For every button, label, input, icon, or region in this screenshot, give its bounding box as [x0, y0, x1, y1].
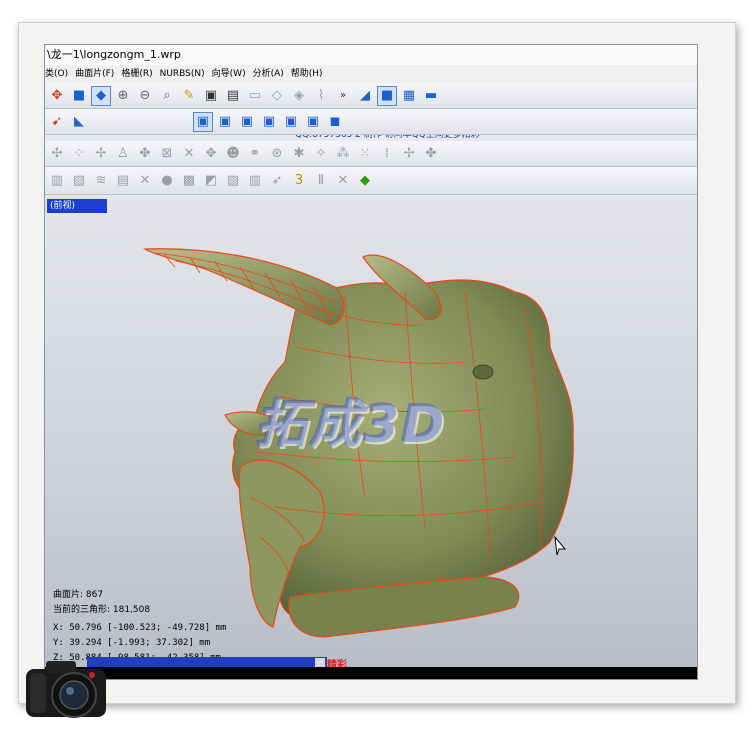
window-icon[interactable]: ▦ — [399, 86, 419, 106]
view-left-icon[interactable]: ▣ — [237, 112, 257, 132]
menu-item-class[interactable]: 类(O) — [45, 65, 75, 83]
number3-icon[interactable]: 3 — [289, 171, 309, 191]
cross-icon[interactable]: ✕ — [179, 144, 199, 164]
tool-14-icon[interactable]: ⁙ — [355, 144, 375, 164]
layer-icon[interactable]: ▭ — [245, 86, 265, 106]
square-view-icon[interactable]: ■ — [377, 85, 397, 106]
close-x-icon[interactable]: ✕ — [333, 171, 353, 191]
tool-5-icon[interactable]: ✤ — [135, 144, 155, 164]
menu-item-wizard[interactable]: 向导(W) — [212, 65, 253, 83]
tool-12-icon[interactable]: ✧ — [311, 144, 331, 164]
menu-item-grid[interactable]: 格栅(R) — [121, 65, 159, 83]
view-top-icon[interactable]: ▣ — [281, 112, 301, 132]
sphere-icon[interactable]: ● — [157, 171, 177, 191]
triangle-count: 当前的三角形: 181,508 — [53, 605, 151, 615]
view-bottom-icon[interactable]: ▣ — [303, 112, 323, 132]
3d-viewport[interactable]: 拓成3D (前视) 曲面片: 867 当前的三角形: 181,508 X: 50… — [45, 197, 697, 667]
tool-16-icon[interactable]: ✢ — [399, 144, 419, 164]
tool-8-icon[interactable]: ☻ — [223, 144, 243, 164]
tool-1-icon[interactable]: ✣ — [47, 144, 67, 164]
toolbar-views: ➹ ◣ ▣ ▣ ▣ ▣ ▣ ▣ ◼ — [45, 109, 697, 135]
view-front-icon[interactable]: ▣ — [193, 111, 213, 132]
tool-15-icon[interactable]: ⁞ — [377, 144, 397, 164]
tool-10-icon[interactable]: ⊛ — [267, 144, 287, 164]
tool-11-icon[interactable]: ✱ — [289, 144, 309, 164]
tool-3-icon[interactable]: ✢ — [91, 144, 111, 164]
rotate-icon[interactable]: ✥ — [47, 86, 67, 106]
tool-9-icon[interactable]: ⚭ — [245, 144, 265, 164]
shade-icon[interactable]: ◈ — [289, 86, 309, 106]
tool-7-icon[interactable]: ✥ — [201, 144, 221, 164]
wave-icon[interactable]: ≋ — [91, 171, 111, 191]
color-wand-icon[interactable]: ◆ — [355, 171, 375, 191]
tool-13-icon[interactable]: ⁂ — [333, 144, 353, 164]
menu-item-nurbs[interactable]: NURBS(N) — [160, 65, 212, 83]
window-title: \龙一1\longzongm_1.wrp — [45, 45, 697, 65]
flag-icon[interactable]: ◣ — [69, 112, 89, 132]
tool-6-icon[interactable]: ⊠ — [157, 144, 177, 164]
mesh-icon[interactable]: ▧ — [69, 171, 89, 191]
coord-x: X: 50.796 [-100.523; -49.728] mm — [53, 623, 227, 633]
view-back-icon[interactable]: ▣ — [215, 112, 235, 132]
texture-icon[interactable]: ▩ — [179, 171, 199, 191]
sculpt-icon[interactable]: ◩ — [201, 171, 221, 191]
toolbar-main: ✥ ■ ◆ ⊕ ⊖ ⌕ ✎ ▣ ▤ ▭ ◇ ◈ ⌇ » ◢ ■ ▦ ▬ — [45, 83, 697, 109]
delete-icon[interactable]: ✕ — [135, 171, 155, 191]
eye — [472, 364, 494, 380]
view-label[interactable]: (前视) — [47, 199, 107, 213]
mouse-cursor-icon — [554, 535, 567, 556]
surface-icon[interactable]: ◇ — [267, 86, 287, 106]
box-icon[interactable]: ▤ — [113, 171, 133, 191]
watermark-logo: 拓成3D — [255, 395, 447, 455]
zoom-out-icon[interactable]: ⊖ — [135, 86, 155, 106]
toolbar-tools: ✣ ⁘ ✢ ♙ ✤ ⊠ ✕ ✥ ☻ ⚭ ⊛ ✱ ✧ ⁂ ⁙ ⁞ ✢ ✤ — [45, 141, 697, 167]
app-window: \龙一1\longzongm_1.wrp 类(O) 曲面片(F) 格栅(R) N… — [44, 44, 698, 680]
patch-count: 曲面片: 867 — [53, 590, 104, 600]
tool-17-icon[interactable]: ✤ — [421, 144, 441, 164]
zoom-fit-icon[interactable]: ⌕ — [157, 86, 177, 106]
cube-icon[interactable]: ■ — [69, 86, 89, 106]
brush-icon[interactable]: ⌇ — [311, 86, 331, 106]
barrel-icon[interactable]: ▥ — [245, 171, 265, 191]
view-iso-icon[interactable]: ◼ — [325, 112, 345, 132]
taskbar — [45, 667, 697, 679]
panel-icon[interactable]: ▬ — [421, 86, 441, 106]
camera-icon[interactable]: ▣ — [201, 86, 221, 106]
cylinder-icon[interactable]: ▥ — [47, 171, 67, 191]
feather-icon[interactable]: ➶ — [267, 171, 287, 191]
menu-item-patch[interactable]: 曲面片(F) — [75, 65, 121, 83]
arrow-icon[interactable]: ➹ — [47, 112, 67, 132]
coord-y: Y: 39.294 [-1.993; 37.302] mm — [53, 638, 211, 648]
triangle-view-icon[interactable]: ◢ — [355, 86, 375, 106]
toolbar-modeling: ▥ ▧ ≋ ▤ ✕ ● ▩ ◩ ▨ ▥ ➶ 3 Ⅱ ✕ ◆ — [45, 167, 697, 195]
cube-select-icon[interactable]: ◆ — [91, 85, 111, 106]
pencil-icon[interactable]: ✎ — [179, 86, 199, 106]
tool-4-icon[interactable]: ♙ — [113, 144, 133, 164]
more-icon[interactable]: » — [333, 86, 353, 106]
zoom-in-icon[interactable]: ⊕ — [113, 86, 133, 106]
stamp-icon[interactable]: ▨ — [223, 171, 243, 191]
tool-2-icon[interactable]: ⁘ — [69, 144, 89, 164]
view-right-icon[interactable]: ▣ — [259, 112, 279, 132]
taskbar-minimize-icon[interactable] — [315, 658, 325, 667]
camera-logo-icon — [26, 661, 106, 718]
menu-bar: 类(O) 曲面片(F) 格栅(R) NURBS(N) 向导(W) 分析(A) 帮… — [45, 65, 697, 84]
camera-save-icon[interactable]: ▤ — [223, 86, 243, 106]
menu-item-help[interactable]: 帮助(H) — [291, 65, 330, 83]
ibeam-icon[interactable]: Ⅱ — [311, 171, 331, 191]
menu-item-analysis[interactable]: 分析(A) — [253, 65, 291, 83]
